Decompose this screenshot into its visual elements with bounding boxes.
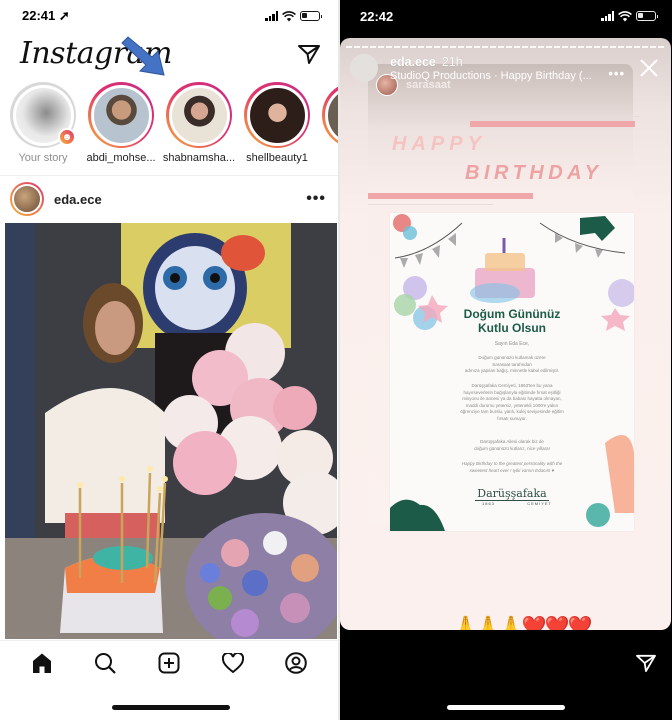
stories-tray: ☻ Your story abdi_mohse... shabnamsha...… (10, 82, 338, 164)
profile-icon[interactable] (283, 650, 309, 676)
clock: 22:41 ➚ (22, 8, 70, 23)
instagram-feed-screen: 22:41 ➚ Instagram ☻ Your story abdi_mohs… (0, 0, 338, 720)
card-title: Doğum Gününüz Kutlu Olsun (463, 307, 561, 335)
post-avatar[interactable] (10, 182, 44, 216)
post-header: eda.ece ••• (10, 180, 326, 218)
plus-square-icon[interactable] (156, 650, 182, 676)
story-timestamp: 21h (441, 55, 463, 69)
card-note: Happy Birthday to the greatest personali… (461, 461, 563, 473)
story-emoji-text: 🙏🙏🙏❤️❤️❤️ (453, 616, 592, 630)
avatar (90, 84, 152, 146)
story-avatar-ring: ☻ (10, 82, 76, 148)
decor-bar (368, 193, 533, 199)
post-photo[interactable] (5, 223, 337, 639)
card-paragraph-2: Darüşşafaka Cemiyeti, 1863'ten bu yana ha… (460, 383, 564, 421)
location-arrow-icon: ➚ (58, 8, 70, 23)
home-icon[interactable] (29, 650, 55, 676)
story-content[interactable]: sarasaat ••• eda.ece 21h StudioQ Producti… (340, 38, 671, 630)
close-icon[interactable] (639, 58, 659, 78)
wifi-icon (282, 10, 296, 21)
birthday-photo (5, 223, 337, 639)
reshared-more-icon: ••• (608, 66, 625, 81)
darussafaka-logo: Darüşşafaka 1863 CEMİYET (475, 487, 552, 506)
story-author[interactable]: eda.ece 21h (390, 55, 463, 69)
happy-text: HAPPY (392, 133, 486, 155)
status-bar: 22:41 ➚ (22, 8, 322, 24)
battery-icon (300, 11, 322, 21)
battery-icon (636, 11, 658, 21)
story-item[interactable]: shabnamsha... (163, 82, 235, 164)
divider (0, 640, 338, 641)
post-username[interactable]: eda.ece (54, 192, 306, 207)
divider (0, 175, 338, 176)
birthday-text: BIRTHDAY (465, 162, 603, 184)
bottom-navigation (0, 650, 338, 676)
avatar (324, 84, 338, 146)
avatar (246, 84, 308, 146)
annotation-arrow-icon (121, 36, 165, 76)
story-progress-bar (346, 46, 665, 48)
card-paragraph-3: Darüşşafaka Ailesi olarak biz de doğum gü… (474, 439, 550, 451)
heart-icon[interactable] (220, 650, 246, 676)
story-item[interactable]: shellbeauty1 (244, 82, 310, 164)
home-indicator (447, 705, 565, 710)
search-icon[interactable] (92, 650, 118, 676)
wifi-icon (618, 10, 632, 21)
send-message-button[interactable] (636, 654, 656, 672)
story-your-story[interactable]: ☻ Your story (10, 82, 76, 164)
card-paragraph-1: Doğum gününüzü kutlamak üzere Sarasaat ta… (464, 355, 560, 373)
post-more-options-icon[interactable]: ••• (306, 190, 326, 208)
cellular-signal-icon (601, 11, 614, 21)
decor-bar (470, 121, 635, 127)
cellular-signal-icon (265, 11, 278, 21)
avatar (168, 84, 230, 146)
status-bar: 22:42 (360, 8, 658, 24)
home-indicator (112, 705, 230, 710)
add-story-icon[interactable]: ☻ (58, 128, 76, 146)
story-viewer-screen: 22:42 sarasaat ••• eda.ece 21h StudioQ Pr… (340, 0, 672, 720)
story-item[interactable]: abdi_mohse... (86, 82, 156, 164)
story-music-label[interactable]: StudioQ Productions · Happy Birthday (..… (390, 70, 592, 82)
clock: 22:42 (360, 8, 394, 24)
donation-card: Doğum Gününüz Kutlu Olsun Sayın Eda Ece, … (390, 213, 634, 531)
story-item[interactable]: m (322, 82, 338, 164)
card-greeting: Sayın Eda Ece, (494, 341, 530, 347)
story-author-avatar[interactable] (350, 54, 378, 82)
direct-message-button[interactable] (298, 44, 320, 64)
